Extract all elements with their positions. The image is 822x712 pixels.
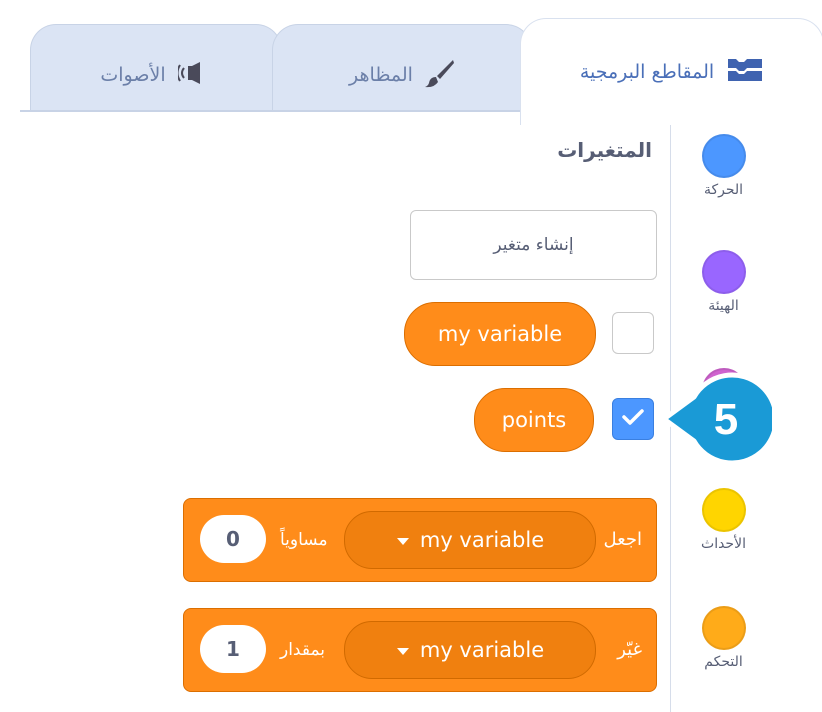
category-motion[interactable]: الحركة	[671, 134, 776, 198]
change-variable-block[interactable]: غيّر my variable بمقدار 1	[183, 607, 794, 692]
category-label: الهيئة	[708, 298, 739, 314]
category-dot	[701, 250, 746, 294]
block-verb: اجعل	[603, 529, 642, 550]
category-label: الحركة	[703, 182, 744, 198]
code-blocks-icon	[726, 57, 764, 88]
scratch-editor: الأصوات المظاهر المقاطع البرمجية المتغير…	[0, 0, 822, 712]
dropdown-value: my variable	[419, 638, 545, 662]
chevron-down-icon	[396, 638, 410, 662]
category-control[interactable]: التحكم	[671, 606, 776, 670]
paintbrush-icon	[424, 58, 455, 93]
checkbox-my-variable[interactable]	[612, 312, 654, 354]
checkmark-icon	[621, 407, 645, 431]
section-title-variables: المتغيرات	[557, 138, 652, 162]
variable-reporter-my-variable[interactable]: my variable	[404, 302, 596, 366]
tab-sounds-label: الأصوات	[100, 64, 166, 86]
block-preposition: بمقدار	[280, 640, 326, 660]
block-preposition: مساوياً	[280, 530, 328, 550]
step-callout: 5	[661, 370, 779, 468]
category-events[interactable]: الأحداث	[671, 488, 776, 552]
set-variable-block[interactable]: اجعل my variable مساوياً 0	[183, 497, 794, 582]
step-number: 5	[714, 395, 738, 444]
block-verb: غيّر	[617, 639, 642, 660]
scroll-gutter	[776, 112, 822, 712]
variable-name: points	[501, 408, 567, 432]
variable-dropdown[interactable]: my variable	[344, 621, 596, 679]
tab-costumes-label: المظاهر	[349, 64, 413, 86]
tab-code[interactable]: المقاطع البرمجية	[520, 18, 822, 125]
category-dot	[701, 606, 746, 650]
category-dot	[701, 134, 746, 178]
tab-bar: الأصوات المظاهر المقاطع البرمجية	[20, 14, 822, 125]
value-input[interactable]: 0	[200, 515, 266, 563]
variable-reporter-points[interactable]: points	[474, 388, 594, 452]
speaker-icon	[176, 61, 212, 89]
checkbox-points[interactable]	[612, 398, 654, 440]
value-input[interactable]: 1	[200, 625, 266, 673]
variable-name: my variable	[437, 322, 563, 346]
variable-dropdown[interactable]: my variable	[344, 511, 596, 569]
category-label: التحكم	[704, 654, 743, 670]
category-label: الأحداث	[701, 536, 746, 552]
category-looks[interactable]: الهيئة	[671, 250, 776, 314]
chevron-down-icon	[396, 528, 410, 552]
dropdown-value: my variable	[419, 528, 545, 552]
tab-code-label: المقاطع البرمجية	[579, 61, 715, 83]
category-dot	[701, 488, 746, 532]
make-variable-button[interactable]: إنشاء متغير	[410, 210, 657, 280]
